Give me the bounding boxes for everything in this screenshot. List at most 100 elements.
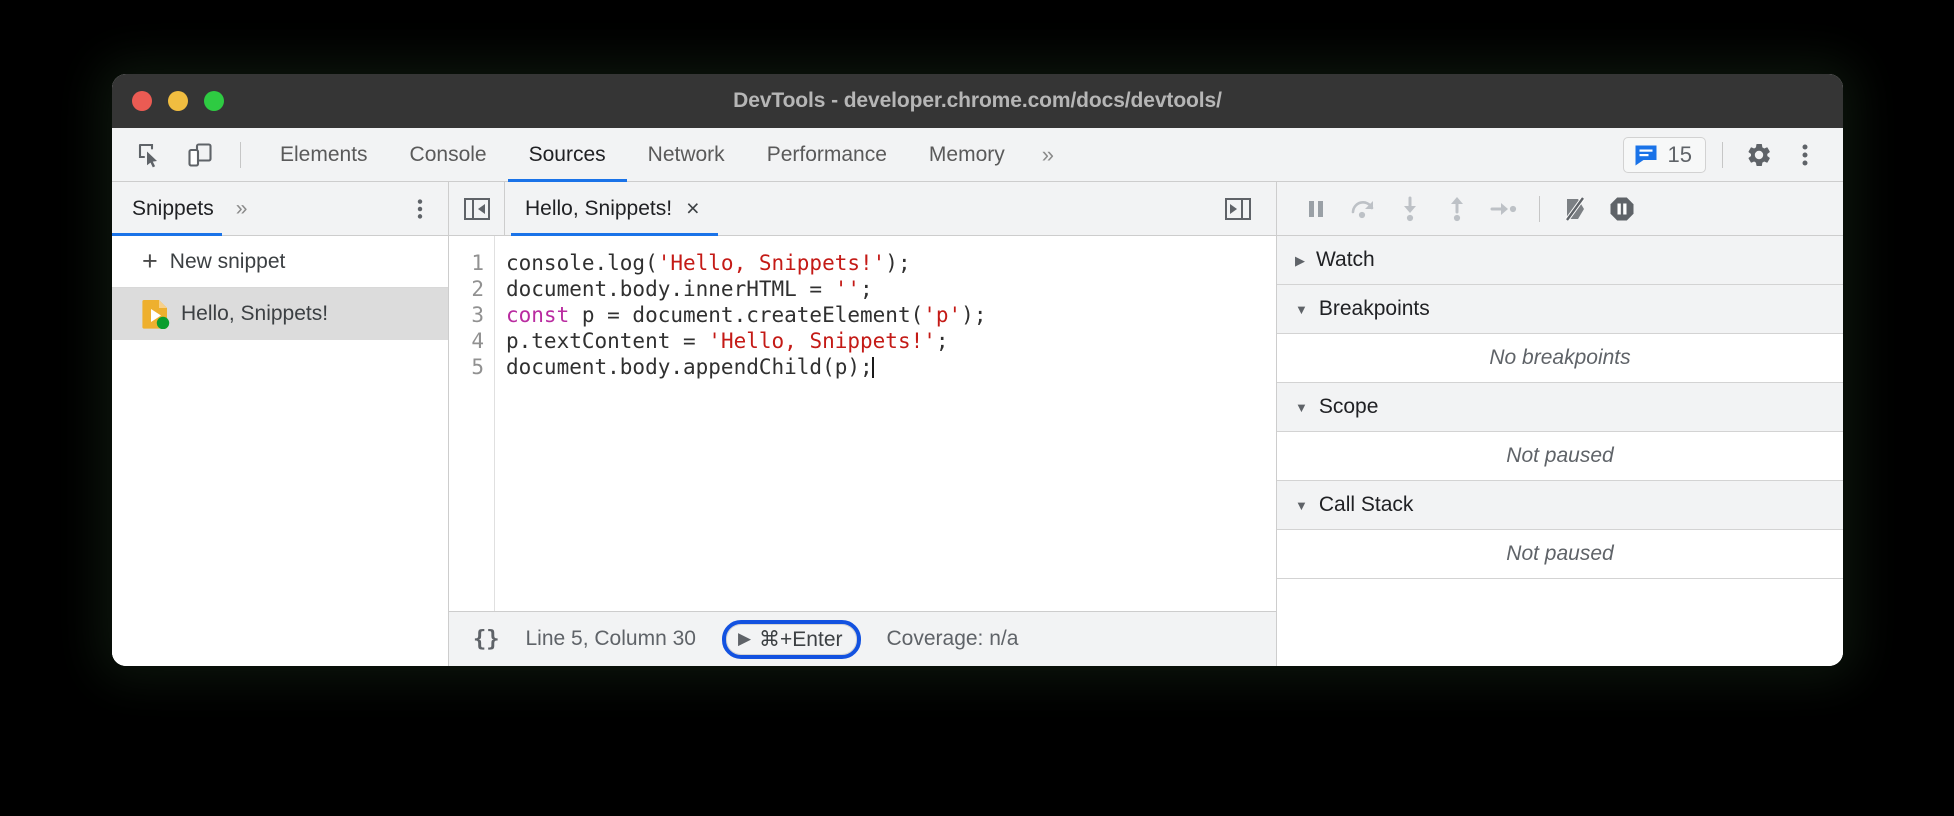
editor-tabbar-right <box>1210 196 1276 222</box>
window-titlebar: DevTools - developer.chrome.com/docs/dev… <box>112 74 1843 128</box>
coverage-label: Coverage: n/a <box>887 627 1019 651</box>
inspect-cursor-icon[interactable] <box>130 135 170 175</box>
editor-status-bar: {} Line 5, Column 30 ▶ ⌘+Enter Coverage:… <box>449 611 1276 666</box>
text-caret <box>872 357 874 378</box>
window-title: DevTools - developer.chrome.com/docs/dev… <box>112 89 1843 113</box>
toolbar-divider-right <box>1722 142 1723 168</box>
code-line: console.log('Hello, Snippets!'); <box>506 250 1276 276</box>
code-token-plain: document.body.appendChild(p); <box>506 355 873 379</box>
pretty-print-button[interactable]: {} <box>473 627 500 652</box>
line-number: 3 <box>449 302 484 328</box>
code-line: document.body.appendChild(p); <box>506 354 1276 380</box>
code-token-plain: ; <box>936 329 949 353</box>
debugger-section-header[interactable]: ▶Watch <box>1277 236 1843 285</box>
pause-on-exceptions-icon[interactable] <box>1601 188 1643 230</box>
line-number: 1 <box>449 250 484 276</box>
code-token-string: 'p' <box>923 303 961 327</box>
more-tabs-chevron-icon[interactable]: » <box>1026 128 1070 181</box>
toolbar-right-icons: 15 <box>1623 128 1843 181</box>
tab-elements[interactable]: Elements <box>259 128 389 181</box>
screenshot-stage: DevTools - developer.chrome.com/docs/dev… <box>0 0 1954 816</box>
tab-network[interactable]: Network <box>627 128 746 181</box>
code-token-string: 'Hello, Snippets!' <box>658 251 886 275</box>
message-count-button[interactable]: 15 <box>1623 137 1706 173</box>
minimize-window-button[interactable] <box>168 91 188 111</box>
new-snippet-label: New snippet <box>170 250 286 274</box>
debugger-section-title: Breakpoints <box>1319 297 1430 321</box>
close-window-button[interactable] <box>132 91 152 111</box>
debugger-section-title: Scope <box>1319 395 1379 419</box>
pause-script-icon[interactable] <box>1295 188 1337 230</box>
navigator-tab-snippets[interactable]: Snippets <box>112 182 230 235</box>
cursor-position-label: Line 5, Column 30 <box>526 627 696 651</box>
tab-console[interactable]: Console <box>389 128 508 181</box>
step-icon[interactable] <box>1483 188 1525 230</box>
maximize-window-button[interactable] <box>204 91 224 111</box>
code-token-plain: ); <box>961 303 986 327</box>
debugger-pane: ▶Watch▼BreakpointsNo breakpoints▼ScopeNo… <box>1277 182 1843 666</box>
code-line: p.textContent = 'Hello, Snippets!'; <box>506 328 1276 354</box>
navigator-tabbar: Snippets » <box>112 182 448 236</box>
debugger-section-empty-message: Not paused <box>1277 432 1843 481</box>
code-token-plain: ; <box>860 277 873 301</box>
gear-icon[interactable] <box>1739 135 1779 175</box>
debugger-sections: ▶Watch▼BreakpointsNo breakpoints▼ScopeNo… <box>1277 236 1843 579</box>
devtools-body: Snippets » + New snippet <box>112 182 1843 666</box>
code-line: document.body.innerHTML = ''; <box>506 276 1276 302</box>
kebab-menu-icon[interactable] <box>1785 135 1825 175</box>
debugger-section-title: Watch <box>1316 248 1375 272</box>
debugger-divider <box>1539 196 1540 222</box>
list-item[interactable]: Hello, Snippets! <box>112 288 448 340</box>
tab-memory[interactable]: Memory <box>908 128 1026 181</box>
navigator-more-chevron-icon[interactable]: » <box>230 197 254 221</box>
step-out-icon[interactable] <box>1436 188 1478 230</box>
code-editor[interactable]: 12345 console.log('Hello, Snippets!');do… <box>449 236 1276 611</box>
show-navigator-icon[interactable] <box>449 182 505 235</box>
run-shortcut-label: ⌘+Enter <box>759 627 842 652</box>
line-number-gutter: 12345 <box>449 236 495 611</box>
debugger-section-header[interactable]: ▼Breakpoints <box>1277 285 1843 334</box>
editor-tabbar: Hello, Snippets! × <box>449 182 1276 236</box>
line-number: 5 <box>449 354 484 380</box>
debugger-toolbar <box>1277 182 1843 236</box>
code-content[interactable]: console.log('Hello, Snippets!');document… <box>495 236 1276 611</box>
code-line: const p = document.createElement('p'); <box>506 302 1276 328</box>
line-number: 4 <box>449 328 484 354</box>
code-token-string: '' <box>835 277 860 301</box>
show-debugger-icon[interactable] <box>1210 196 1266 222</box>
code-token-string: 'Hello, Snippets!' <box>708 329 936 353</box>
new-snippet-button[interactable]: + New snippet <box>112 236 448 288</box>
snippet-name: Hello, Snippets! <box>181 302 328 326</box>
run-snippet-button[interactable]: ▶ ⌘+Enter <box>722 620 861 659</box>
navigator-kebab-icon[interactable] <box>408 197 448 221</box>
play-icon: ▶ <box>738 629 751 649</box>
code-token-plain: p = document.createElement( <box>569 303 923 327</box>
editor-file-tab[interactable]: Hello, Snippets! × <box>505 182 718 235</box>
toolbar-divider <box>240 142 241 168</box>
close-icon[interactable]: × <box>686 197 699 220</box>
tab-sources[interactable]: Sources <box>508 128 627 181</box>
editor-pane: Hello, Snippets! × <box>449 182 1277 666</box>
message-icon <box>1633 142 1659 168</box>
message-count-label: 15 <box>1668 142 1692 168</box>
debugger-section-header[interactable]: ▼Call Stack <box>1277 481 1843 530</box>
device-toolbar-icon[interactable] <box>180 135 220 175</box>
main-toolbar: Elements Console Sources Network Perform… <box>112 128 1843 182</box>
debugger-section-empty-message: Not paused <box>1277 530 1843 579</box>
step-into-icon[interactable] <box>1389 188 1431 230</box>
chevron-down-icon: ▼ <box>1295 499 1308 512</box>
deactivate-breakpoints-icon[interactable] <box>1554 188 1596 230</box>
code-token-plain: p.textContent = <box>506 329 708 353</box>
panel-tabs: Elements Console Sources Network Perform… <box>259 128 1070 181</box>
traffic-lights <box>112 91 224 111</box>
devtools-window: DevTools - developer.chrome.com/docs/dev… <box>112 74 1843 666</box>
navigator-pane: Snippets » + New snippet <box>112 182 449 666</box>
code-token-keyword: const <box>506 303 569 327</box>
step-over-icon[interactable] <box>1342 188 1384 230</box>
tab-performance[interactable]: Performance <box>746 128 908 181</box>
snippets-list: + New snippet Hello, Snippets! <box>112 236 448 666</box>
code-token-plain: document.body.innerHTML = <box>506 277 835 301</box>
toolbar-left-icons <box>112 128 251 181</box>
debugger-section-header[interactable]: ▼Scope <box>1277 383 1843 432</box>
line-number: 2 <box>449 276 484 302</box>
